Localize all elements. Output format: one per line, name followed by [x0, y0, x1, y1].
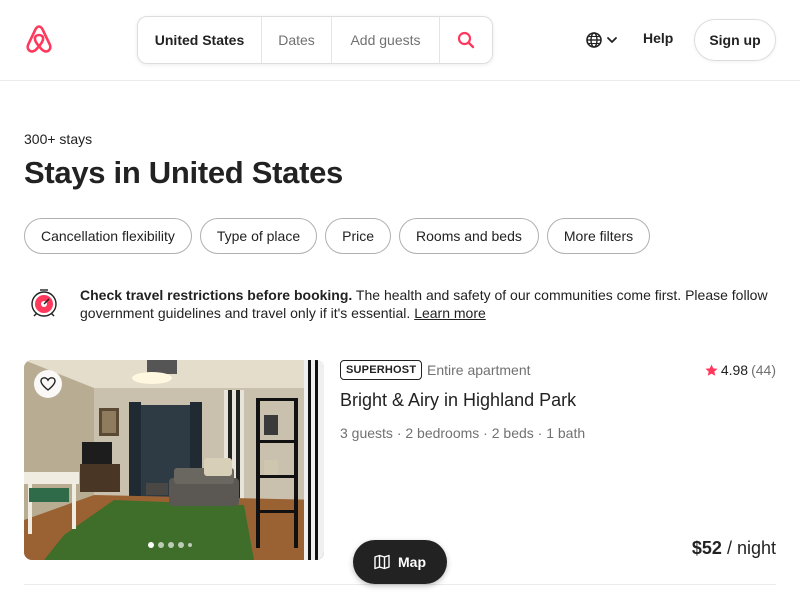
- signup-button[interactable]: Sign up: [694, 19, 776, 61]
- property-type: Entire apartment: [427, 362, 531, 378]
- photo-dot[interactable]: [168, 542, 174, 548]
- globe-icon: [586, 32, 602, 48]
- review-count: (44): [751, 362, 776, 378]
- price-amount: $52: [691, 538, 722, 558]
- superhost-badge: SUPERHOST: [340, 360, 423, 380]
- listing-name[interactable]: Bright & Airy in Highland Park: [340, 390, 576, 411]
- star-icon: [705, 364, 718, 376]
- photo-dots: [148, 542, 192, 548]
- top-header: United States Dates Add guests Help Sign…: [0, 0, 800, 81]
- listing-divider: [24, 584, 776, 585]
- filter-bar: Cancellation flexibility Type of place P…: [24, 218, 651, 254]
- photo-dot[interactable]: [178, 542, 184, 548]
- airbnb-logo[interactable]: [24, 24, 54, 56]
- photo-dot[interactable]: [158, 542, 164, 548]
- photo-dot[interactable]: [148, 542, 154, 548]
- search-bar[interactable]: United States Dates Add guests: [137, 16, 493, 64]
- search-location[interactable]: United States: [138, 17, 262, 63]
- filter-type-of-place[interactable]: Type of place: [199, 218, 318, 254]
- listing-rating: 4.98 (44): [705, 362, 776, 378]
- notice-title: Check travel restrictions before booking…: [80, 287, 353, 303]
- learn-more-link[interactable]: Learn more: [414, 305, 486, 321]
- map-button[interactable]: Map: [353, 540, 447, 584]
- notice-text: Check travel restrictions before booking…: [80, 286, 770, 322]
- language-selector[interactable]: [586, 30, 622, 50]
- search-button[interactable]: [440, 17, 492, 63]
- listing-details: 3 guests · 2 bedrooms · 2 beds · 1 bath: [340, 425, 586, 441]
- help-link[interactable]: Help: [643, 30, 673, 46]
- search-dates[interactable]: Dates: [262, 17, 332, 63]
- heart-icon: [40, 377, 56, 391]
- save-heart-button[interactable]: [34, 370, 62, 398]
- rating-value: 4.98: [720, 362, 749, 378]
- search-guests[interactable]: Add guests: [332, 17, 440, 63]
- map-button-label: Map: [398, 554, 426, 570]
- filter-cancellation-flexibility[interactable]: Cancellation flexibility: [24, 218, 192, 254]
- chevron-down-icon: [607, 37, 617, 43]
- price-unit: / night: [721, 538, 776, 558]
- filter-more-filters[interactable]: More filters: [546, 218, 651, 254]
- photo-dot[interactable]: [188, 543, 192, 547]
- search-icon: [457, 31, 475, 49]
- listing-card[interactable]: SUPERHOST Entire apartment 4.98 (44) Bri…: [24, 360, 776, 560]
- alert-icon: [26, 286, 62, 322]
- filter-rooms-and-beds[interactable]: Rooms and beds: [399, 218, 539, 254]
- stays-count: 300+ stays: [24, 131, 93, 147]
- page-title: Stays in United States: [24, 155, 343, 190]
- listing-photo[interactable]: [24, 360, 324, 560]
- filter-price[interactable]: Price: [325, 218, 392, 254]
- listing-price: $52 / night: [692, 538, 776, 559]
- map-icon: [374, 554, 390, 570]
